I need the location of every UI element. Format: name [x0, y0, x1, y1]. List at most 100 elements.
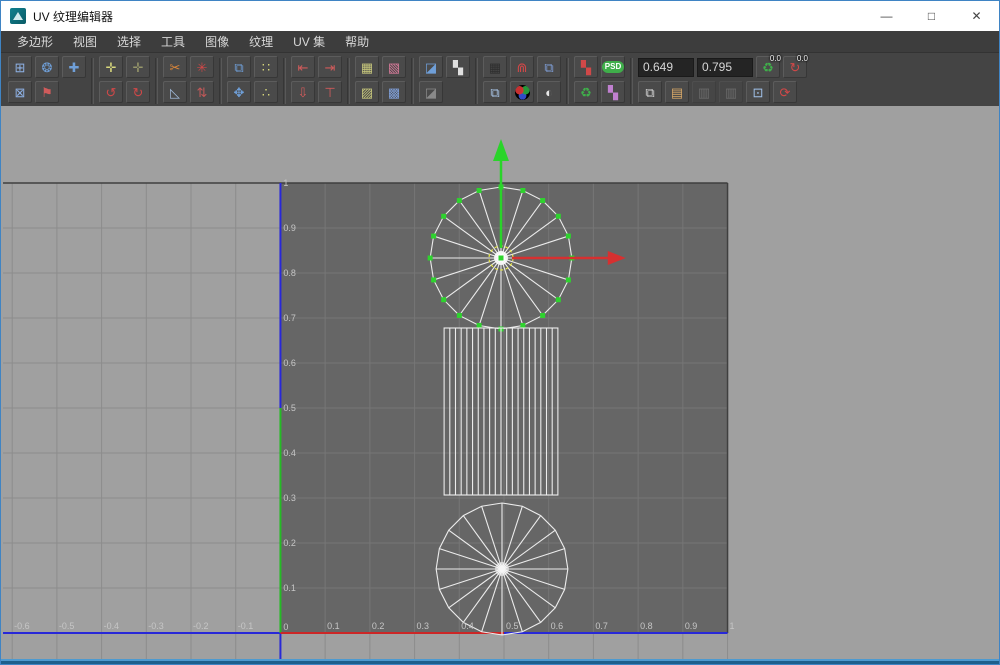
- isolate-select-remove-all-button[interactable]: ▩: [382, 81, 406, 103]
- toolbar-group-9: ▚PSD♻▚: [571, 56, 628, 103]
- u-axis-label: -0.5: [59, 621, 74, 631]
- uv-lattice-icon: ⊞: [15, 61, 26, 74]
- maximize-button[interactable]: □: [909, 1, 954, 31]
- pixel-snap-icon: ⋒: [517, 61, 528, 74]
- cycle-uvs-icon: ⟳: [780, 86, 791, 99]
- move-and-sew-uvs-icon: ⇅: [197, 86, 208, 99]
- close-button[interactable]: ✕: [954, 1, 999, 31]
- toolbar-row: ◺⇅: [163, 81, 214, 103]
- uv-shell-bottom-cap[interactable]: [436, 503, 568, 635]
- select-shortest-edge-path-tool[interactable]: ⊠: [8, 81, 32, 103]
- menu-item-7[interactable]: UV 集: [283, 31, 335, 52]
- dim-image-toggle-icon: ◪: [425, 86, 437, 99]
- relax-uvs-icon: ∴: [262, 86, 270, 99]
- reset-uv-entry-button[interactable]: ♻0.0: [756, 56, 780, 78]
- layout-uvs-button[interactable]: ⧉: [227, 56, 251, 78]
- toolbar-separator: [219, 58, 222, 104]
- u-axis-label: 0.5: [506, 621, 518, 631]
- relax-uvs-button[interactable]: ∴: [254, 81, 278, 103]
- toolbar-row: ⊞ ❂ ✚: [8, 56, 86, 78]
- rotate-uvs-cw-button[interactable]: ↻: [126, 81, 150, 103]
- tweak-uv-tool[interactable]: ⚑: [35, 81, 59, 103]
- grid-uvs-button[interactable]: ∷: [254, 56, 278, 78]
- manipulator-v-arrowhead[interactable]: [493, 139, 509, 161]
- paste-u-icon: ▥: [698, 86, 710, 99]
- toolbar-group-10: ♻0.0↻0.0⧉▤▥▥⊡⟳: [635, 56, 810, 103]
- shade-uvs-button[interactable]: ⧉: [537, 56, 561, 78]
- menu-item-6[interactable]: 纹理: [239, 31, 283, 52]
- isolate-select-remove-button[interactable]: ▨: [355, 81, 379, 103]
- menu-item-5[interactable]: 图像: [195, 31, 239, 52]
- menu-item-3[interactable]: 选择: [107, 31, 151, 52]
- snap-together-button[interactable]: ⊡: [746, 81, 770, 103]
- isolate-select-toggle-button[interactable]: ▦: [355, 56, 379, 78]
- rebake-texture-button[interactable]: ▚: [574, 56, 598, 78]
- uv-smudge-tool[interactable]: ✚: [62, 56, 86, 78]
- uv-smudge-icon: ✚: [69, 61, 80, 74]
- isolate-select-remove-icon: ▨: [361, 86, 373, 99]
- v-axis-label: 0: [283, 622, 288, 632]
- tweak-uv-icon: ⚑: [41, 86, 53, 99]
- refresh-image-button[interactable]: ♻: [574, 81, 598, 103]
- toolbar-row: ⧉▤▥▥⊡⟳: [638, 81, 807, 103]
- align-uvs-down-icon: ⇩: [298, 86, 309, 99]
- toolbar-row: ⧉◐: [483, 81, 561, 103]
- flip-u-icon: ✛: [106, 61, 117, 74]
- manipulator-center-handle[interactable]: [499, 256, 504, 261]
- uv-v-field[interactable]: [697, 58, 753, 77]
- uv-canvas[interactable]: 10.90.80.70.60.50.40.30.20.10-0.6-0.5-0.…: [1, 106, 999, 659]
- cycle-uvs-button[interactable]: ⟳: [773, 81, 797, 103]
- menu-item-2[interactable]: 视图: [63, 31, 107, 52]
- uv-lattice-tool[interactable]: ⊞: [8, 56, 32, 78]
- pixel-snap-button[interactable]: ⋒: [510, 56, 534, 78]
- value-badge: 0.0: [770, 55, 781, 63]
- flip-v-button[interactable]: ✛: [126, 56, 150, 78]
- move-uv-shell-tool[interactable]: ❂: [35, 56, 59, 78]
- menu-item-8[interactable]: 帮助: [335, 31, 379, 52]
- paste-uvs-icon: ▤: [671, 86, 683, 99]
- uv-borders-toggle-button[interactable]: ⧉: [483, 81, 507, 103]
- toolbar-row: ⧉∷: [227, 56, 278, 78]
- update-psd-button[interactable]: PSD: [601, 56, 625, 78]
- u-axis-label: -0.2: [193, 621, 208, 631]
- isolate-select-add-button[interactable]: ▧: [382, 56, 406, 78]
- uv-u-field[interactable]: [638, 58, 694, 77]
- sew-uvs-button[interactable]: ◺: [163, 81, 187, 103]
- toolbar-row: ✥∴: [227, 81, 278, 103]
- toolbar-separator: [411, 58, 414, 104]
- paste-uvs-button[interactable]: ▤: [665, 81, 689, 103]
- split-uvs-button[interactable]: ✳: [190, 56, 214, 78]
- snap-together-icon: ⊡: [753, 86, 764, 99]
- alpha-channels-button[interactable]: ◐: [537, 81, 561, 103]
- texture-ratio-button[interactable]: ▚: [601, 81, 625, 103]
- align-uvs-right-button[interactable]: ⇥: [318, 56, 342, 78]
- grid-uvs-icon: ∷: [262, 61, 270, 74]
- rgb-channels-button[interactable]: [510, 81, 534, 103]
- display-image-toggle-button[interactable]: ◪: [419, 56, 443, 78]
- unfold-uvs-button[interactable]: ✥: [227, 81, 251, 103]
- menu-item-4[interactable]: 工具: [151, 31, 195, 52]
- toolbar-row: ▨▩: [355, 81, 406, 103]
- menu-item-1[interactable]: 多边形: [7, 31, 63, 52]
- v-axis-label: 0.9: [283, 223, 295, 233]
- uv-shell-cylinder-body[interactable]: [444, 328, 558, 495]
- u-axis-label: 0.8: [640, 621, 652, 631]
- rotate-uvs-ccw-button[interactable]: ↺: [99, 81, 123, 103]
- grid-toggle-button[interactable]: ▦: [483, 56, 507, 78]
- minimize-button[interactable]: —: [864, 1, 909, 31]
- toolbar-group-1: ⊞ ❂ ✚ ⊠ ⚑: [5, 56, 89, 103]
- rotate-uv-entry-button[interactable]: ↻0.0: [783, 56, 807, 78]
- filtered-image-toggle-button[interactable]: ▚: [446, 56, 470, 78]
- flip-u-button[interactable]: ✛: [99, 56, 123, 78]
- v-axis-label: 0.8: [283, 268, 295, 278]
- dim-image-toggle-button[interactable]: ◪: [419, 81, 443, 103]
- copy-uvs-button[interactable]: ⧉: [638, 81, 662, 103]
- align-uvs-down-button[interactable]: ⇩: [291, 81, 315, 103]
- move-and-sew-uvs-button[interactable]: ⇅: [190, 81, 214, 103]
- align-uvs-up-button[interactable]: ⊤: [318, 81, 342, 103]
- uv-canvas-area[interactable]: 10.90.80.70.60.50.40.30.20.10-0.6-0.5-0.…: [1, 106, 999, 659]
- toolbar-row: ▦▧: [355, 56, 406, 78]
- cut-uvs-button[interactable]: ✂: [163, 56, 187, 78]
- u-axis-label: -0.3: [148, 621, 163, 631]
- align-uvs-left-button[interactable]: ⇤: [291, 56, 315, 78]
